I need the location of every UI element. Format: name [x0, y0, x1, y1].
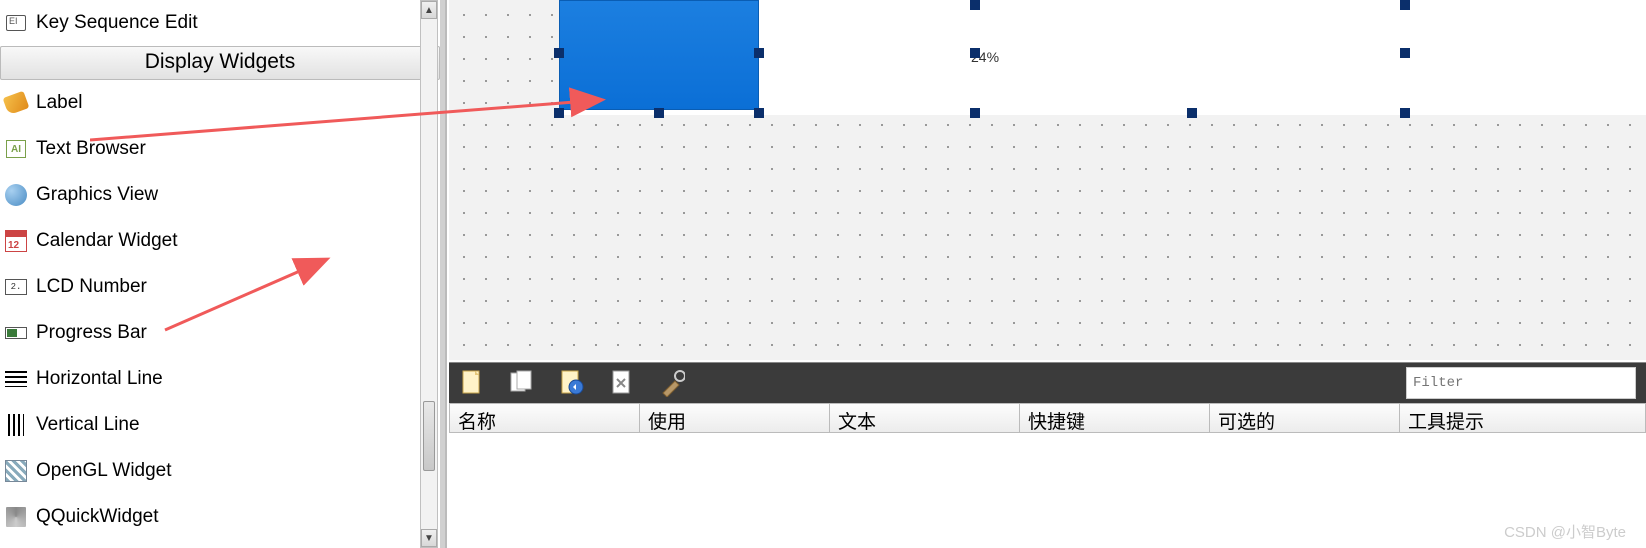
progress-bar-icon — [4, 321, 28, 345]
action-editor-toolbar — [449, 363, 1646, 403]
action-editor-panel: 名称 使用 文本 快捷键 可选的 工具提示 — [449, 362, 1646, 548]
filter-input[interactable] — [1406, 367, 1636, 399]
delete-action-button[interactable] — [609, 369, 635, 397]
graphics-view-icon — [4, 183, 28, 207]
widget-item-qquickwidget[interactable]: QQuickWidget — [0, 494, 440, 540]
widget-item-label: OpenGL Widget — [36, 460, 172, 482]
widget-item-label: LCD Number — [36, 276, 147, 298]
paste-action-button[interactable] — [559, 369, 585, 397]
column-used[interactable]: 使用 — [640, 404, 830, 432]
placed-label-widget[interactable] — [559, 0, 759, 110]
selection-handle[interactable] — [754, 48, 764, 58]
selection-handle[interactable] — [1187, 108, 1197, 118]
selection-handle[interactable] — [970, 0, 980, 10]
horizontal-line-icon — [4, 367, 28, 391]
widget-item-label: Graphics View — [36, 184, 158, 206]
selection-handle[interactable] — [970, 108, 980, 118]
selection-handle[interactable] — [1400, 0, 1410, 10]
widget-item-label: Label — [36, 92, 83, 114]
watermark: CSDN @小智Byte — [1504, 521, 1626, 542]
widget-item-horizontal-line[interactable]: Horizontal Line — [0, 356, 440, 402]
selection-handle[interactable] — [1400, 108, 1410, 118]
form-designer-canvas[interactable]: 24% — [445, 0, 1646, 548]
scroll-up-button[interactable]: ▲ — [421, 1, 437, 19]
column-shortcut[interactable]: 快捷键 — [1020, 404, 1210, 432]
widget-item-calendar-widget[interactable]: Calendar Widget — [0, 218, 440, 264]
vertical-line-icon — [4, 413, 28, 437]
selection-handle[interactable] — [754, 108, 764, 118]
action-table-body — [449, 433, 1646, 548]
selection-handle[interactable] — [970, 48, 980, 58]
text-browser-icon: AI — [4, 137, 28, 161]
qquick-icon — [4, 505, 28, 529]
widget-item-vertical-line[interactable]: Vertical Line — [0, 402, 440, 448]
column-text[interactable]: 文本 — [830, 404, 1020, 432]
selection-handle[interactable] — [554, 48, 564, 58]
new-action-button[interactable] — [459, 369, 485, 397]
opengl-icon — [4, 459, 28, 483]
category-display-widgets[interactable]: Display Widgets — [0, 46, 440, 80]
widget-item-label: Vertical Line — [36, 414, 140, 436]
column-checkable[interactable]: 可选的 — [1210, 404, 1400, 432]
selection-handle[interactable] — [654, 108, 664, 118]
widget-item-label: Calendar Widget — [36, 230, 178, 252]
widget-item-label: Text Browser — [36, 138, 146, 160]
widget-item-graphics-view[interactable]: Graphics View — [0, 172, 440, 218]
widget-item-text-browser[interactable]: AI Text Browser — [0, 126, 440, 172]
widget-item-label: Key Sequence Edit — [36, 12, 198, 34]
scroll-down-button[interactable]: ▼ — [421, 529, 437, 547]
calendar-icon — [4, 229, 28, 253]
category-label: Display Widgets — [145, 50, 296, 73]
widget-item-key-sequence-edit[interactable]: Key Sequence Edit — [0, 0, 440, 46]
widget-item-label: Horizontal Line — [36, 368, 163, 390]
widget-item-label[interactable]: Label — [0, 80, 440, 126]
widget-box-panel: Key Sequence Edit Display Widgets Label … — [0, 0, 445, 548]
widget-item-lcd-number[interactable]: 2. LCD Number — [0, 264, 440, 310]
selection-handle[interactable] — [554, 108, 564, 118]
column-name[interactable]: 名称 — [450, 404, 640, 432]
action-table-header: 名称 使用 文本 快捷键 可选的 工具提示 — [449, 403, 1646, 433]
scroll-thumb[interactable] — [423, 401, 435, 471]
copy-action-button[interactable] — [509, 369, 535, 397]
widget-item-label: Progress Bar — [36, 322, 147, 344]
selection-handle[interactable] — [1400, 48, 1410, 58]
column-tooltip[interactable]: 工具提示 — [1400, 404, 1645, 432]
key-sequence-icon — [4, 11, 28, 35]
label-icon — [4, 91, 28, 115]
configure-action-button[interactable] — [659, 369, 685, 397]
lcd-number-icon: 2. — [4, 275, 28, 299]
widget-scrollbar[interactable]: ▲ ▼ — [420, 0, 438, 548]
widget-item-opengl-widget[interactable]: OpenGL Widget — [0, 448, 440, 494]
widget-item-label: QQuickWidget — [36, 506, 158, 528]
widget-item-progress-bar[interactable]: Progress Bar — [0, 310, 440, 356]
